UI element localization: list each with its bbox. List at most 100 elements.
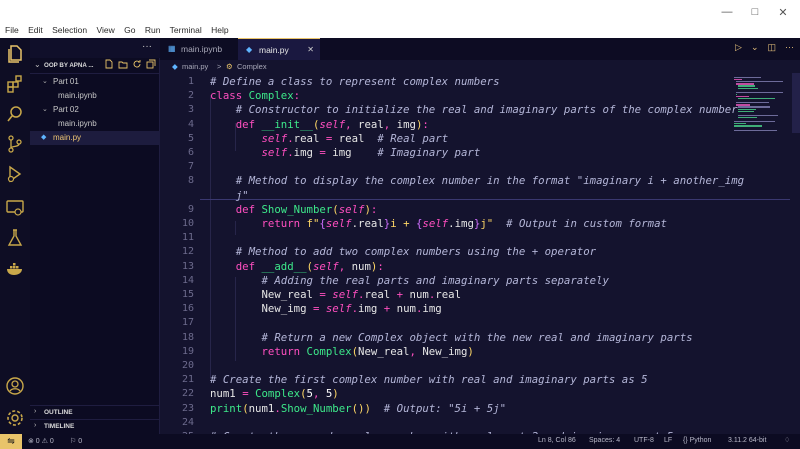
indentation[interactable]: Spaces: 4	[589, 437, 620, 444]
workspace-section-header[interactable]: ⌄ OOP BY APNA ...	[30, 58, 160, 74]
tab-label: main.ipynb	[181, 44, 223, 54]
more-actions-icon[interactable]: ···	[142, 41, 152, 52]
remote-indicator-icon[interactable]: ⇋	[0, 434, 22, 449]
tab-label: main.py	[259, 45, 289, 55]
code-line[interactable]: self.img = img # Imaginary part	[210, 146, 480, 159]
explorer-header: ···	[30, 38, 160, 58]
explorer-sidebar: ··· ⌄ OOP BY APNA ... ⌄ Part 01 main.ipy…	[30, 38, 160, 434]
minimap-line	[737, 114, 778, 117]
line-number: 8	[187, 175, 194, 187]
code-line[interactable]: # Define a class to represent complex nu…	[210, 75, 500, 88]
status-bar: ⇋ ⊗ 0 ⚠ 0 ⚐ 0 Ln 8, Col 86 Spaces: 4 UTF…	[0, 434, 800, 449]
outline-section[interactable]: › OUTLINE	[30, 405, 160, 420]
code-line[interactable]: def __init__(self, real, img):	[210, 118, 429, 131]
minimap-line	[735, 81, 783, 83]
menu-selection[interactable]: Selection	[52, 25, 87, 35]
line-number: 2	[187, 90, 194, 102]
run-dropdown-icon[interactable]: ⌄	[751, 42, 759, 53]
bell-icon[interactable]: ♢	[784, 436, 790, 444]
code-line[interactable]: # Create the first complex number with r…	[210, 373, 648, 386]
more-actions-icon[interactable]: ···	[785, 42, 794, 53]
run-python-file-icon[interactable]: ▷	[735, 42, 742, 53]
encoding[interactable]: UTF-8	[634, 437, 654, 444]
explorer-icon[interactable]	[5, 44, 25, 64]
tree-file-main-py[interactable]: ◆ main.py	[30, 131, 160, 145]
settings-gear-icon[interactable]	[5, 408, 25, 428]
breadcrumb-symbol[interactable]: Complex	[237, 62, 267, 71]
menu-file[interactable]: File	[5, 25, 19, 35]
code-line[interactable]: return f"{self.real}i + {self.img}j" # O…	[210, 217, 666, 230]
collapse-all-icon[interactable]	[146, 59, 156, 69]
tree-folder-part-01[interactable]: ⌄ Part 01	[30, 75, 160, 89]
menu-help[interactable]: Help	[211, 25, 228, 35]
code-line[interactable]: return Complex(New_real, New_img)	[210, 345, 473, 358]
python-interpreter[interactable]: 3.11.2 64-bit	[728, 437, 766, 444]
menu-go[interactable]: Go	[124, 25, 135, 35]
cursor-position[interactable]: Ln 8, Col 86	[538, 437, 576, 444]
menu-edit[interactable]: Edit	[28, 25, 43, 35]
minimap-line	[737, 110, 755, 112]
code-line[interactable]: j"	[210, 189, 249, 202]
code-line[interactable]: # Return a new Complex object with the n…	[210, 331, 692, 344]
code-line[interactable]: # Adding the real parts and imaginary pa…	[210, 274, 608, 287]
close-tab-icon[interactable]: ✕	[307, 39, 314, 61]
tree-file-part02-main-ipynb[interactable]: main.ipynb	[30, 117, 160, 131]
line-number: 21	[181, 374, 194, 386]
minimap[interactable]	[730, 73, 800, 434]
testing-icon[interactable]	[5, 228, 25, 248]
minimap-line	[737, 106, 770, 108]
timeline-section[interactable]: › TIMELINE	[30, 419, 160, 434]
code-line[interactable]: class Complex:	[210, 89, 300, 102]
code-line[interactable]: New_img = self.img + num.img	[210, 302, 441, 315]
remote-explorer-icon[interactable]	[5, 198, 25, 218]
account-icon[interactable]	[5, 376, 25, 396]
minimap-line	[734, 123, 746, 125]
code-editor[interactable]: 1 # Define a class to represent complex n…	[160, 73, 800, 434]
minimap-line	[735, 83, 754, 85]
code-line[interactable]: # Constructor to initialize the real and…	[210, 103, 738, 116]
run-debug-icon[interactable]	[5, 164, 25, 184]
menu-terminal[interactable]: Terminal	[170, 25, 202, 35]
chevron-down-icon: ⌄	[42, 78, 48, 85]
tree-folder-part-02[interactable]: ⌄ Part 02	[30, 103, 160, 117]
line-number: 22	[181, 388, 194, 400]
code-line[interactable]: # Method to add two complex numbers usin…	[210, 245, 596, 258]
tree-item-label: Part 02	[53, 105, 79, 114]
menu-run[interactable]: Run	[145, 25, 161, 35]
code-line[interactable]: self.real = real # Real part	[210, 132, 448, 145]
python-file-icon: ◆	[41, 134, 47, 141]
current-line-highlight	[200, 199, 790, 200]
tree-file-part01-main-ipynb[interactable]: main.ipynb	[30, 89, 160, 103]
docker-icon[interactable]	[5, 259, 25, 279]
vertical-scrollbar[interactable]	[792, 73, 800, 133]
problems-indicator[interactable]: ⊗ 0 ⚠ 0	[28, 437, 54, 445]
breadcrumb-file[interactable]: main.py	[182, 62, 208, 71]
tab-main-py[interactable]: ◆ main.py ✕	[238, 38, 320, 61]
tab-main-ipynb[interactable]: ▦ main.ipynb	[160, 38, 238, 60]
end-of-line[interactable]: LF	[664, 437, 672, 444]
extensions-icon[interactable]	[5, 74, 25, 94]
code-line[interactable]: def Show_Number(self):	[210, 203, 378, 216]
refresh-icon[interactable]	[132, 59, 142, 69]
search-icon[interactable]	[5, 104, 25, 124]
minimap-line	[735, 104, 750, 106]
new-folder-icon[interactable]	[118, 59, 128, 69]
new-file-icon[interactable]	[104, 59, 114, 69]
outline-label: OUTLINE	[44, 409, 73, 416]
code-line[interactable]: print(num1.Show_Number()) # Output: "5i …	[210, 402, 506, 415]
code-line[interactable]: num1 = Complex(5, 5)	[210, 387, 339, 400]
close-icon[interactable]: ✕	[776, 6, 790, 19]
line-number: 9	[187, 203, 194, 215]
minimap-line	[737, 87, 758, 89]
language-mode[interactable]: {} Python	[683, 437, 711, 444]
code-line[interactable]: # Method to display the complex number i…	[210, 174, 744, 187]
split-editor-icon[interactable]: ◫	[767, 42, 776, 53]
ports-indicator[interactable]: ⚐ 0	[70, 437, 82, 445]
code-line[interactable]: New_real = self.real + num.real	[210, 288, 461, 301]
code-line[interactable]: def __add__(self, num):	[210, 260, 384, 273]
menu-view[interactable]: View	[96, 25, 114, 35]
line-number: 17	[181, 317, 194, 329]
maximize-icon[interactable]: □	[748, 6, 762, 19]
source-control-icon[interactable]	[5, 134, 25, 154]
minimize-icon[interactable]: —	[720, 6, 734, 19]
